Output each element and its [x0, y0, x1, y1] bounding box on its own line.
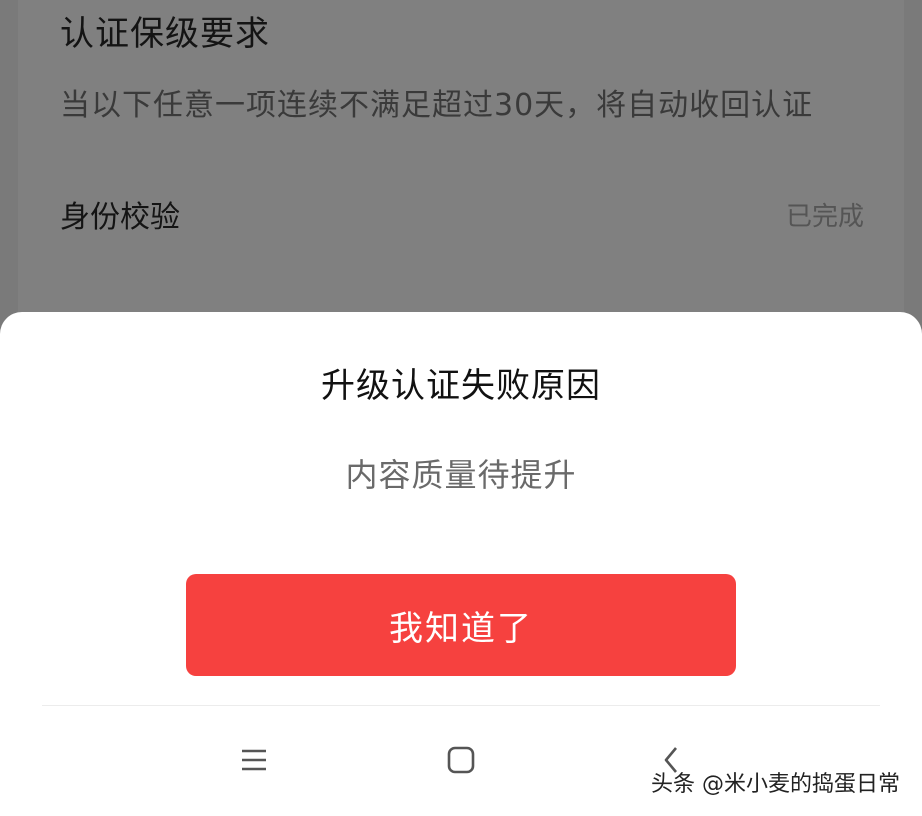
dialog-message: 内容质量待提升	[345, 456, 577, 494]
nav-home-button[interactable]	[431, 740, 491, 784]
nav-menu-button[interactable]	[224, 740, 284, 784]
identity-check-status: 已完成	[785, 202, 864, 232]
section-title: 认证保级要求	[60, 14, 270, 54]
section-description: 当以下任意一项连续不满足超过30天，将自动收回认证	[60, 88, 814, 123]
confirm-button[interactable]: 我知道了	[186, 574, 736, 676]
home-icon	[446, 745, 476, 779]
watermark: 头条 @米小麦的捣蛋日常	[651, 772, 900, 797]
divider	[42, 705, 880, 706]
identity-check-label: 身份校验	[60, 200, 180, 235]
menu-icon	[240, 747, 268, 777]
bottom-sheet-dialog: 升级认证失败原因 内容质量待提升 我知道了 头条 @米小麦的捣蛋日常	[0, 312, 922, 816]
dialog-title: 升级认证失败原因	[321, 366, 601, 406]
